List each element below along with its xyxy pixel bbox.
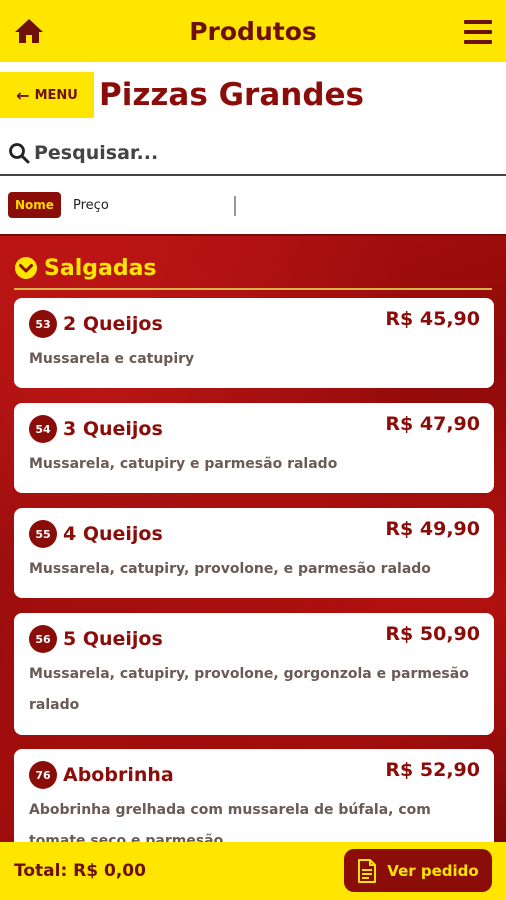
product-number-badge: 76	[29, 761, 57, 789]
sort-by-name-button[interactable]: Nome	[8, 192, 61, 218]
product-name: 2 Queijos	[63, 313, 163, 335]
search-icon	[9, 143, 30, 164]
footer-bar: Total: R$ 0,00 Ver pedido	[0, 842, 506, 900]
product-description: Mussarela, catupiry e parmesão ralado	[29, 456, 338, 472]
product-name: 4 Queijos	[63, 523, 163, 545]
product-description: Abobrinha grelhada com mussarela de búfa…	[29, 802, 431, 842]
product-description: Mussarela, catupiry, provolone, e parmes…	[29, 561, 431, 577]
view-order-button[interactable]: Ver pedido	[344, 849, 492, 892]
order-total: Total: R$ 0,00	[14, 861, 146, 881]
view-order-label: Ver pedido	[387, 861, 479, 880]
chevron-down-circle-icon	[15, 257, 37, 279]
top-app-bar: Produtos	[0, 0, 506, 62]
product-card[interactable]: 54 3 Queijos R$ 47,90 Mussarela, catupir…	[14, 403, 494, 493]
product-description: Mussarela e catupiry	[29, 351, 195, 367]
product-card[interactable]: 55 4 Queijos R$ 49,90 Mussarela, catupir…	[14, 508, 494, 598]
search-input[interactable]	[34, 142, 454, 164]
product-name: 5 Queijos	[63, 628, 163, 650]
product-price: R$ 50,90	[385, 623, 480, 645]
sort-bar: Nome Preço	[0, 178, 506, 236]
product-price: R$ 52,90	[385, 759, 480, 781]
product-price: R$ 49,90	[385, 518, 480, 540]
product-description: Mussarela, catupiry, provolone, gorgonzo…	[29, 666, 469, 713]
product-card[interactable]: 56 5 Queijos R$ 50,90 Mussarela, catupir…	[14, 613, 494, 735]
product-number-badge: 55	[29, 520, 57, 548]
back-menu-label: MENU	[34, 87, 78, 103]
product-list[interactable]: Salgadas 53 2 Queijos R$ 45,90 Mussarela…	[0, 236, 506, 842]
product-card[interactable]: 76 Abobrinha R$ 52,90 Abobrinha grelhada…	[14, 749, 494, 842]
category-title: Salgadas	[44, 255, 157, 281]
back-menu-button[interactable]: ← MENU	[0, 72, 94, 118]
product-name: 3 Queijos	[63, 418, 163, 440]
product-number-badge: 54	[29, 415, 57, 443]
page-title: Pizzas Grandes	[99, 77, 364, 113]
product-name: Abobrinha	[63, 764, 174, 786]
product-price: R$ 47,90	[385, 413, 480, 435]
category-header[interactable]: Salgadas	[14, 248, 492, 290]
sort-by-price-button[interactable]: Preço	[73, 192, 109, 218]
document-icon	[358, 858, 377, 883]
product-number-badge: 56	[29, 625, 57, 653]
product-price: R$ 45,90	[385, 308, 480, 330]
product-number-badge: 53	[29, 310, 57, 338]
arrow-left-icon: ←	[16, 85, 30, 105]
product-card[interactable]: 53 2 Queijos R$ 45,90 Mussarela e catupi…	[14, 298, 494, 388]
subheader: ← MENU Pizzas Grandes	[0, 62, 506, 128]
hamburger-menu-icon[interactable]	[464, 20, 492, 44]
app-title: Produtos	[189, 16, 317, 46]
home-icon[interactable]	[14, 17, 44, 45]
divider	[234, 196, 236, 216]
search-bar	[0, 132, 506, 176]
